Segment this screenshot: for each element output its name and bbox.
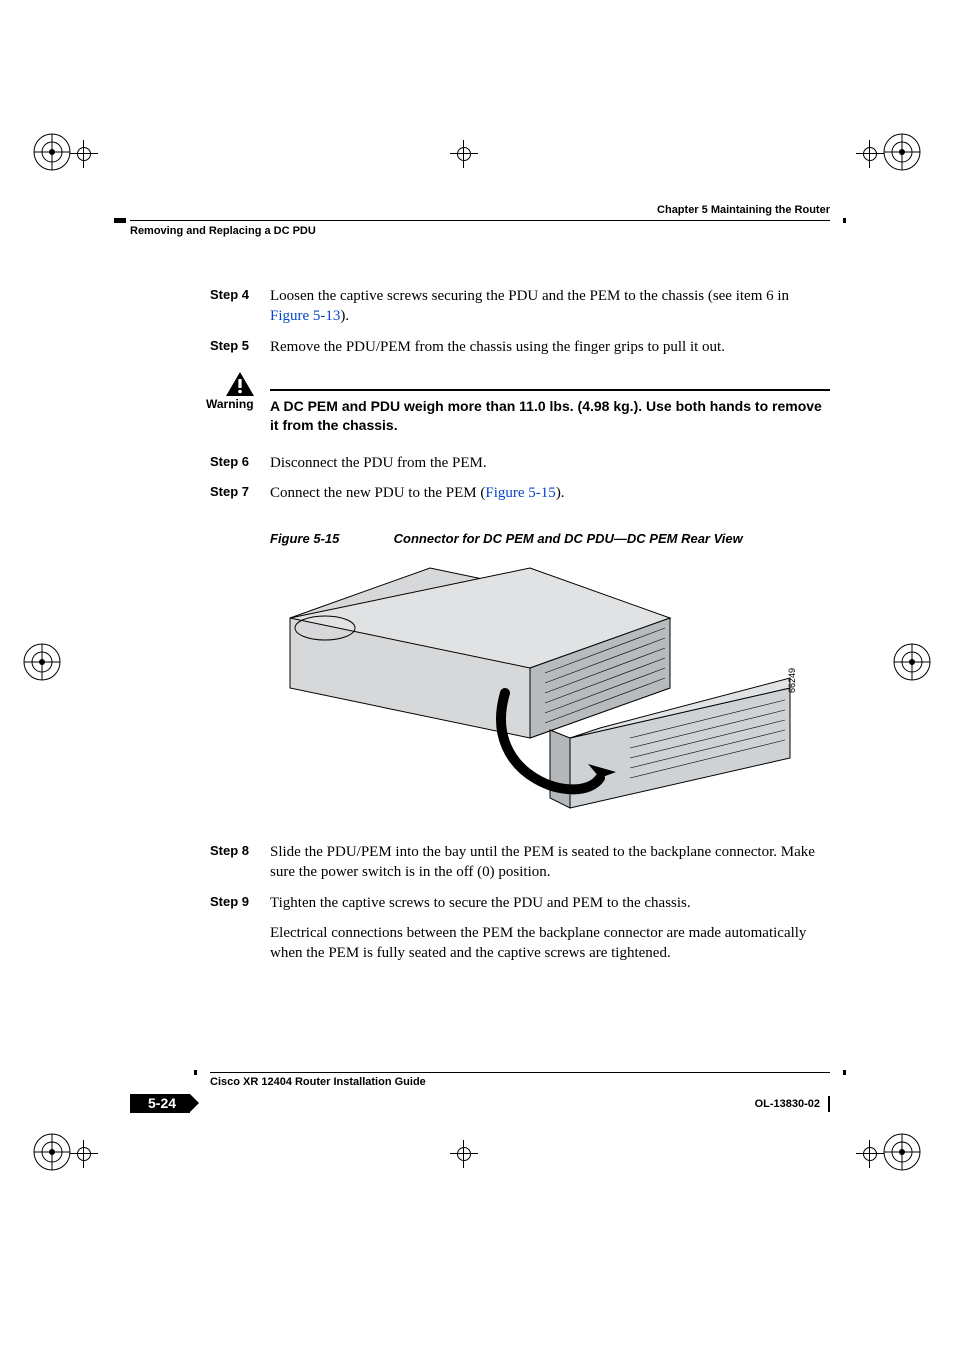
reg-mark-icon [880, 1130, 924, 1174]
page-number: 5-24 [130, 1094, 190, 1113]
reg-mark-icon [880, 130, 924, 174]
step-text: Disconnect the PDU from the PEM. [270, 453, 830, 473]
book-title: Cisco XR 12404 Router Installation Guide [210, 1076, 830, 1088]
step-text: Slide the PDU/PEM into the bay until the… [270, 842, 830, 883]
step-label: Step 5 [130, 337, 270, 357]
figure-title: Connector for DC PEM and DC PDU—DC PEM R… [394, 531, 743, 546]
step-text: Loosen the captive screws securing the P… [270, 286, 830, 327]
step-label: Step 7 [130, 483, 270, 503]
step-label: Step 4 [130, 286, 270, 327]
trailing-paragraph: Electrical connections between the PEM t… [130, 923, 830, 964]
reg-mark-icon [30, 1130, 74, 1174]
warning-admonition: Warning A DC PEM and PDU weigh more than… [130, 371, 830, 435]
running-header: Chapter 5 Maintaining the Router Removin… [130, 204, 830, 237]
step-text: Connect the new PDU to the PEM (Figure 5… [270, 483, 830, 503]
warning-text: A DC PEM and PDU weigh more than 11.0 lb… [270, 397, 830, 435]
reg-mark-icon [30, 130, 74, 174]
warning-icon [225, 371, 255, 397]
page-body: Step 4 Loosen the captive screws securin… [130, 280, 830, 973]
step-text: Tighten the captive screws to secure the… [270, 893, 830, 913]
figure-xref[interactable]: Figure 5-15 [485, 485, 555, 501]
figure-art: 66249 [130, 558, 830, 818]
step-row: Step 8 Slide the PDU/PEM into the bay un… [130, 842, 830, 883]
step-row: Step 7 Connect the new PDU to the PEM (F… [130, 483, 830, 503]
step-label: Step 9 [130, 893, 270, 913]
crop-mark-icon [856, 1140, 884, 1168]
doc-number: OL-13830-02 [755, 1096, 830, 1112]
step-row: Step 5 Remove the PDU/PEM from the chass… [130, 337, 830, 357]
crop-mark-icon [450, 1140, 478, 1168]
step-row: Step 4 Loosen the captive screws securin… [130, 286, 830, 327]
chapter-line: Chapter 5 Maintaining the Router [130, 204, 830, 216]
crop-mark-icon [450, 140, 478, 168]
step-text: Remove the PDU/PEM from the chassis usin… [270, 337, 830, 357]
figure-caption: Figure 5-15 Connector for DC PEM and DC … [130, 531, 830, 546]
page-footer: Cisco XR 12404 Router Installation Guide… [130, 1072, 830, 1113]
step-label: Step 6 [130, 453, 270, 473]
section-title: Removing and Replacing a DC PDU [130, 225, 830, 237]
step-row: Step 9 Tighten the captive screws to sec… [130, 893, 830, 913]
figure-xref[interactable]: Figure 5-13 [270, 308, 340, 324]
warning-label: Warning [130, 397, 270, 435]
crop-mark-icon [70, 140, 98, 168]
figure-number: Figure 5-15 [270, 531, 390, 546]
artwork-id: 66249 [787, 668, 797, 693]
reg-mark-icon [20, 640, 64, 684]
step-row: Step 6 Disconnect the PDU from the PEM. [130, 453, 830, 473]
reg-mark-icon [890, 640, 934, 684]
crop-mark-icon [856, 140, 884, 168]
step-label: Step 8 [130, 842, 270, 883]
crop-mark-icon [70, 1140, 98, 1168]
